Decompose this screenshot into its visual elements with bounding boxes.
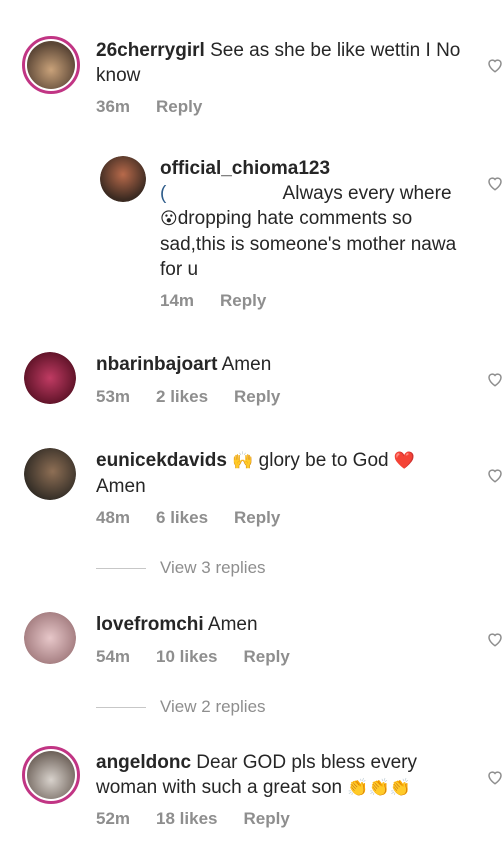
divider (96, 567, 146, 569)
comment-username[interactable]: nbarinbajoart (96, 354, 217, 375)
reply-button[interactable]: Reply (156, 97, 202, 116)
avatar[interactable] (24, 612, 76, 664)
comment-time: 14m (160, 291, 195, 310)
comment-username[interactable]: eunicekdavids (96, 450, 227, 471)
reply-button[interactable]: Reply (243, 647, 289, 666)
like-count[interactable]: 18 likes (156, 809, 217, 828)
reply-button[interactable]: Reply (243, 809, 289, 828)
mention-link[interactable]: ( (160, 183, 166, 204)
like-count[interactable]: 2 likes (156, 387, 208, 406)
comment-time: 53m (96, 387, 131, 406)
comment-time: 48m (96, 508, 131, 527)
clapping-hands-emoji: 👏👏👏 (347, 778, 411, 798)
comment-time: 36m (96, 97, 131, 116)
comment-username[interactable]: lovefromchi (96, 614, 204, 635)
like-count[interactable]: 6 likes (156, 508, 208, 527)
divider (96, 706, 146, 708)
comment-time: 54m (96, 647, 131, 666)
like-heart-icon[interactable] (486, 768, 504, 786)
comment-username[interactable]: angeldonc (96, 752, 191, 773)
like-heart-icon[interactable] (486, 174, 504, 192)
comment-text: glory be to God (253, 450, 394, 471)
reply-button[interactable]: Reply (234, 387, 280, 406)
red-heart-emoji: ❤️ (393, 451, 416, 471)
like-heart-icon[interactable] (486, 56, 504, 74)
comment-username[interactable]: 26cherrygirl (96, 40, 205, 61)
view-replies-label: View 3 replies (160, 558, 266, 577)
view-replies-label: View 2 replies (160, 697, 266, 716)
comment-time: 52m (96, 809, 131, 828)
comment-username[interactable]: official_chioma123 (160, 158, 330, 179)
like-heart-icon[interactable] (486, 466, 504, 484)
avatar[interactable] (22, 36, 80, 94)
like-heart-icon[interactable] (486, 630, 504, 648)
reply-button[interactable]: Reply (234, 508, 280, 527)
reply-button[interactable]: Reply (220, 291, 266, 310)
avatar[interactable] (100, 156, 146, 202)
like-count[interactable]: 10 likes (156, 647, 217, 666)
view-replies-button[interactable]: View 2 replies (96, 697, 266, 717)
avatar[interactable] (22, 746, 80, 804)
view-replies-button[interactable]: View 3 replies (96, 558, 266, 578)
comment-text: Amen (203, 614, 258, 635)
like-heart-icon[interactable] (486, 370, 504, 388)
comment-text: Always every where (278, 183, 452, 204)
comment-text: Amen (217, 354, 272, 375)
raising-hands-emoji: 🙌 (232, 451, 254, 471)
comment-text-continued: 😮dropping hate comments so sad,this is s… (160, 208, 457, 280)
comment-text-continued: Amen (96, 476, 146, 497)
avatar[interactable] (24, 448, 76, 500)
avatar[interactable] (24, 352, 76, 404)
